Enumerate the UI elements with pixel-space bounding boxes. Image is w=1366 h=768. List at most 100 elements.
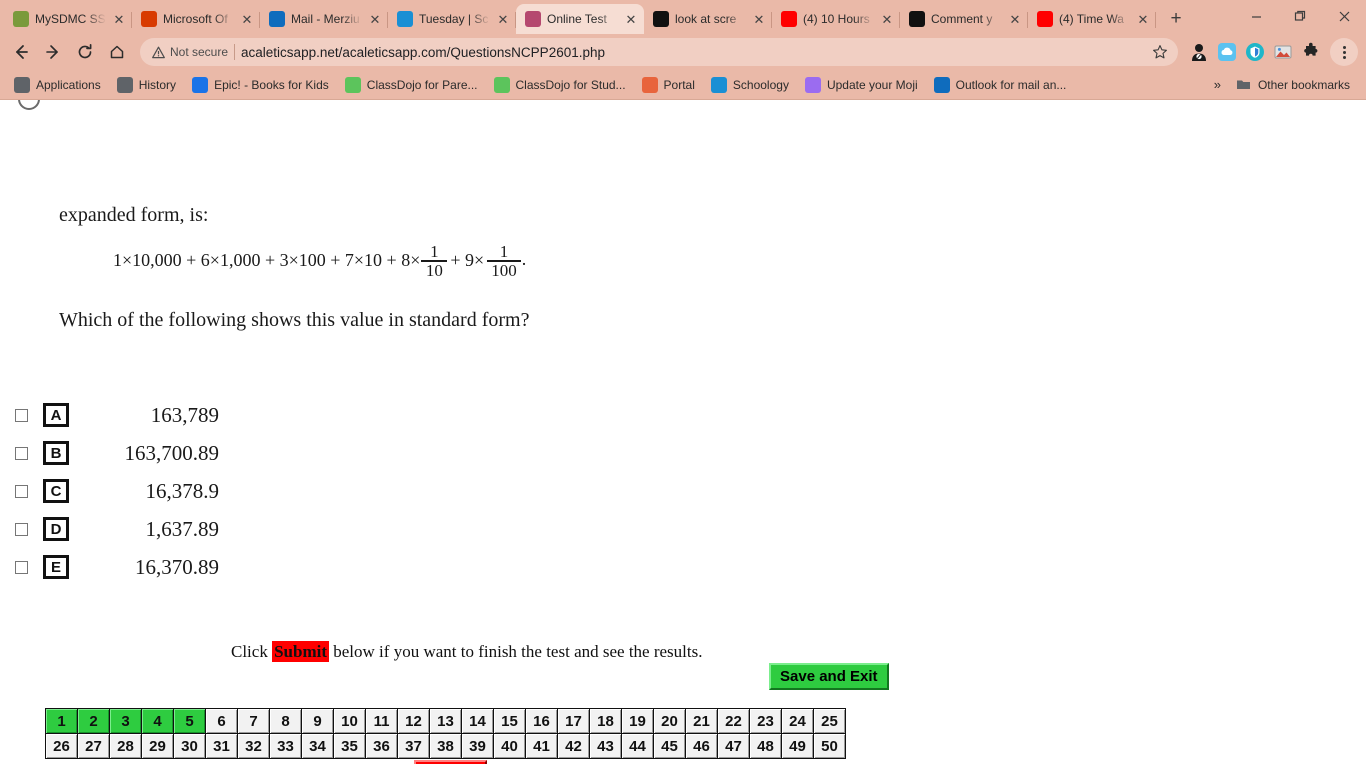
- question-grid-cell[interactable]: 17: [557, 708, 590, 734]
- question-grid-cell[interactable]: 40: [493, 733, 526, 759]
- question-grid-cell[interactable]: 47: [717, 733, 750, 759]
- question-grid-cell[interactable]: 30: [173, 733, 206, 759]
- browser-tab[interactable]: Online Test ✕: [516, 4, 644, 34]
- question-grid-cell[interactable]: 24: [781, 708, 814, 734]
- question-grid-cell[interactable]: 25: [813, 708, 846, 734]
- question-grid-cell[interactable]: 39: [461, 733, 494, 759]
- bookmark-item[interactable]: ClassDojo for Stud...: [486, 74, 634, 96]
- question-grid-cell[interactable]: 45: [653, 733, 686, 759]
- question-grid-cell[interactable]: 22: [717, 708, 750, 734]
- question-grid-cell[interactable]: 37: [397, 733, 430, 759]
- answer-checkbox[interactable]: [15, 522, 28, 536]
- question-grid-cell[interactable]: 41: [525, 733, 558, 759]
- save-and-exit-button[interactable]: Save and Exit: [769, 663, 889, 690]
- question-grid-cell[interactable]: 34: [301, 733, 334, 759]
- question-grid-cell[interactable]: 44: [621, 733, 654, 759]
- question-grid-cell[interactable]: 19: [621, 708, 654, 734]
- question-grid-cell[interactable]: 14: [461, 708, 494, 734]
- question-grid-cell[interactable]: 46: [685, 733, 718, 759]
- question-grid-cell[interactable]: 1: [45, 708, 78, 734]
- question-grid-cell[interactable]: 23: [749, 708, 782, 734]
- browser-tab[interactable]: (4) 10 Hours ✕: [772, 4, 900, 34]
- question-grid-cell[interactable]: 28: [109, 733, 142, 759]
- screenshot-extension-icon[interactable]: [1270, 39, 1296, 65]
- answer-checkbox[interactable]: [15, 446, 28, 460]
- answer-option-row[interactable]: B 163,700.89: [0, 434, 219, 472]
- tab-close-icon[interactable]: ✕: [112, 12, 126, 26]
- bookmark-item[interactable]: ClassDojo for Pare...: [337, 74, 486, 96]
- submit-button[interactable]: Submit: [414, 760, 487, 764]
- question-grid-cell[interactable]: 10: [333, 708, 366, 734]
- question-grid-cell[interactable]: 7: [237, 708, 270, 734]
- question-grid-cell[interactable]: 8: [269, 708, 302, 734]
- question-grid-cell[interactable]: 16: [525, 708, 558, 734]
- question-grid-cell[interactable]: 11: [365, 708, 398, 734]
- browser-tab[interactable]: Microsoft Of ✕: [132, 4, 260, 34]
- question-grid-cell[interactable]: 6: [205, 708, 238, 734]
- answer-option-row[interactable]: A 163,789: [0, 396, 219, 434]
- browser-tab[interactable]: Tuesday | Sc ✕: [388, 4, 516, 34]
- tab-close-icon[interactable]: ✕: [752, 12, 766, 26]
- bitmoji-extension-icon[interactable]: [1186, 39, 1212, 65]
- bookmark-star-icon[interactable]: [1148, 40, 1172, 64]
- question-grid-cell[interactable]: 49: [781, 733, 814, 759]
- forward-button[interactable]: [38, 37, 68, 67]
- minimize-button[interactable]: [1234, 0, 1278, 32]
- answer-option-row[interactable]: C 16,378.9: [0, 472, 219, 510]
- question-grid-cell[interactable]: 31: [205, 733, 238, 759]
- question-grid-cell[interactable]: 48: [749, 733, 782, 759]
- answer-option-row[interactable]: D 1,637.89: [0, 510, 219, 548]
- question-grid-cell[interactable]: 20: [653, 708, 686, 734]
- browser-tab[interactable]: (4) Time Wa ✕: [1028, 4, 1156, 34]
- question-grid-cell[interactable]: 42: [557, 733, 590, 759]
- security-status[interactable]: Not secure: [152, 45, 228, 59]
- browser-tab[interactable]: MySDMC SS ✕: [4, 4, 132, 34]
- question-grid-cell[interactable]: 18: [589, 708, 622, 734]
- question-grid-cell[interactable]: 26: [45, 733, 78, 759]
- bookmark-item[interactable]: Applications: [6, 74, 109, 96]
- question-grid-cell[interactable]: 43: [589, 733, 622, 759]
- question-grid-cell[interactable]: 9: [301, 708, 334, 734]
- tab-close-icon[interactable]: ✕: [1008, 12, 1022, 26]
- tab-close-icon[interactable]: ✕: [496, 12, 510, 26]
- cloud-extension-icon[interactable]: [1214, 39, 1240, 65]
- tab-close-icon[interactable]: ✕: [624, 12, 638, 26]
- bookmark-item[interactable]: History: [109, 74, 184, 96]
- question-grid-cell[interactable]: 2: [77, 708, 110, 734]
- tab-close-icon[interactable]: ✕: [368, 12, 382, 26]
- browser-menu-button[interactable]: [1330, 38, 1358, 66]
- tab-close-icon[interactable]: ✕: [240, 12, 254, 26]
- question-grid-cell[interactable]: 36: [365, 733, 398, 759]
- question-grid-cell[interactable]: 21: [685, 708, 718, 734]
- back-button[interactable]: [6, 37, 36, 67]
- browser-tab[interactable]: Comment y ✕: [900, 4, 1028, 34]
- address-bar[interactable]: Not secure acaleticsapp.net/acaleticsapp…: [140, 38, 1178, 66]
- reload-button[interactable]: [70, 37, 100, 67]
- question-grid-cell[interactable]: 29: [141, 733, 174, 759]
- bookmark-item[interactable]: Schoology: [703, 74, 797, 96]
- new-tab-button[interactable]: +: [1162, 4, 1190, 32]
- other-bookmarks-folder[interactable]: Other bookmarks: [1228, 74, 1358, 96]
- answer-checkbox[interactable]: [15, 560, 28, 574]
- maximize-button[interactable]: [1278, 0, 1322, 32]
- browser-tab[interactable]: look at scre ✕: [644, 4, 772, 34]
- puzzle-extension-icon[interactable]: [1298, 39, 1324, 65]
- bookmark-item[interactable]: Portal: [634, 74, 703, 96]
- question-grid-cell[interactable]: 27: [77, 733, 110, 759]
- answer-checkbox[interactable]: [15, 408, 28, 422]
- question-grid-cell[interactable]: 13: [429, 708, 462, 734]
- question-grid-cell[interactable]: 5: [173, 708, 206, 734]
- question-grid-cell[interactable]: 4: [141, 708, 174, 734]
- tab-close-icon[interactable]: ✕: [1136, 12, 1150, 26]
- question-grid-cell[interactable]: 15: [493, 708, 526, 734]
- question-grid-cell[interactable]: 38: [429, 733, 462, 759]
- tab-close-icon[interactable]: ✕: [880, 12, 894, 26]
- question-grid-cell[interactable]: 3: [109, 708, 142, 734]
- browser-tab[interactable]: Mail - Merziu ✕: [260, 4, 388, 34]
- question-grid-cell[interactable]: 12: [397, 708, 430, 734]
- bookmark-item[interactable]: Epic! - Books for Kids: [184, 74, 337, 96]
- answer-option-row[interactable]: E 16,370.89: [0, 548, 219, 586]
- home-button[interactable]: [102, 37, 132, 67]
- question-grid-cell[interactable]: 32: [237, 733, 270, 759]
- answer-checkbox[interactable]: [15, 484, 28, 498]
